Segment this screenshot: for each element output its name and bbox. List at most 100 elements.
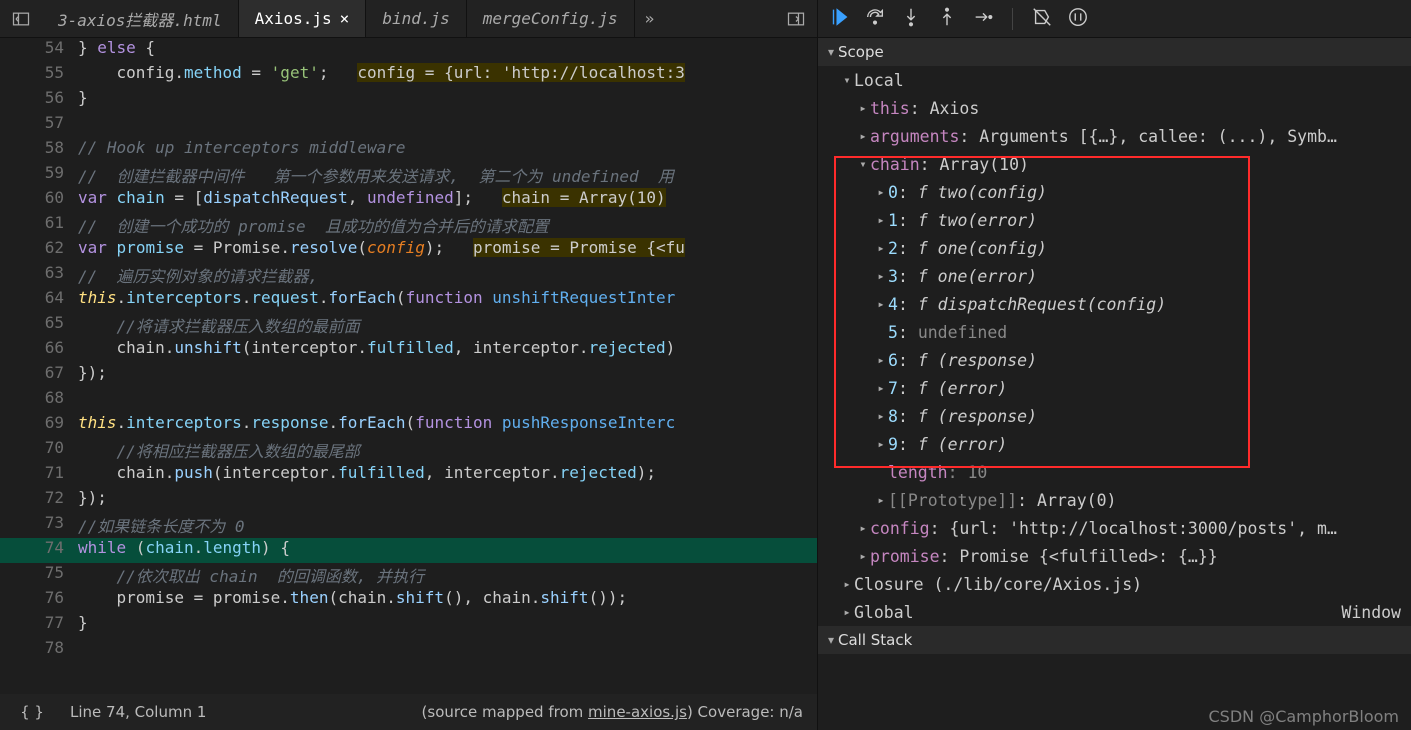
tab-label: Axios.js	[255, 9, 332, 28]
editor-pane: 3-axios拦截器.html Axios.js × bind.js mergeC…	[0, 0, 818, 730]
scope-closure[interactable]: Closure (./lib/core/Axios.js)	[818, 570, 1411, 598]
line-number: 66	[0, 338, 78, 363]
code-line[interactable]: 67});	[0, 363, 817, 388]
code-line[interactable]: 76 promise = promise.then(chain.shift(),…	[0, 588, 817, 613]
status-bar: { } Line 74, Column 1 (source mapped fro…	[0, 694, 817, 730]
step-over-button[interactable]	[864, 6, 886, 32]
line-number: 77	[0, 613, 78, 638]
line-number: 76	[0, 588, 78, 613]
scope-this[interactable]: this: Axios	[818, 94, 1411, 122]
tab-file-2[interactable]: bind.js	[366, 0, 466, 37]
scope-chain-item[interactable]: 7: f (error)	[818, 374, 1411, 402]
debugger-body: Scope Local this: Axios arguments: Argum…	[818, 38, 1411, 730]
scope-chain-item[interactable]: 8: f (response)	[818, 402, 1411, 430]
code-line[interactable]: 58// Hook up interceptors middleware	[0, 138, 817, 163]
debugger-pane: Scope Local this: Axios arguments: Argum…	[818, 0, 1411, 730]
code-line[interactable]: 65 //将请求拦截器压入数组的最前面	[0, 313, 817, 338]
sidebar-toggle-button[interactable]	[0, 0, 42, 37]
code-line[interactable]: 62var promise = Promise.resolve(config);…	[0, 238, 817, 263]
scope-chain-item[interactable]: 5: undefined	[818, 318, 1411, 346]
code-line[interactable]: 61// 创建一个成功的 promise 且成功的值为合并后的请求配置	[0, 213, 817, 238]
line-text: //将请求拦截器压入数组的最前面	[78, 313, 817, 338]
code-line[interactable]: 59// 创建拦截器中间件 第一个参数用来发送请求, 第二个为 undefine…	[0, 163, 817, 188]
tabs-overflow-button[interactable]: »	[635, 0, 665, 37]
line-text: }	[78, 613, 817, 638]
code-line[interactable]: 75 //依次取出 chain 的回调函数, 并执行	[0, 563, 817, 588]
step-into-button[interactable]	[900, 6, 922, 32]
scope-chain-prototype[interactable]: [[Prototype]]: Array(0)	[818, 486, 1411, 514]
line-text: chain.push(interceptor.fulfilled, interc…	[78, 463, 817, 488]
watermark: CSDN @CamphorBloom	[1208, 707, 1399, 726]
code-line[interactable]: 57	[0, 113, 817, 138]
scope-chain-item[interactable]: 9: f (error)	[818, 430, 1411, 458]
code-line[interactable]: 70 //将相应拦截器压入数组的最尾部	[0, 438, 817, 463]
code-line[interactable]: 77}	[0, 613, 817, 638]
line-text: // Hook up interceptors middleware	[78, 138, 817, 163]
line-text: //将相应拦截器压入数组的最尾部	[78, 438, 817, 463]
code-area[interactable]: 54} else {55 config.method = 'get'; conf…	[0, 38, 817, 694]
scope-global[interactable]: GlobalWindow	[818, 598, 1411, 626]
source-map-info: (source mapped from mine-axios.js) Cover…	[422, 703, 803, 721]
code-line[interactable]: 54} else {	[0, 38, 817, 63]
code-line[interactable]: 66 chain.unshift(interceptor.fulfilled, …	[0, 338, 817, 363]
resume-button[interactable]	[828, 6, 850, 32]
line-number: 68	[0, 388, 78, 413]
more-options-button[interactable]	[775, 0, 817, 37]
scope-chain-length[interactable]: length: 10	[818, 458, 1411, 486]
scope-local[interactable]: Local	[818, 66, 1411, 94]
step-out-button[interactable]	[936, 6, 958, 32]
code-line[interactable]: 72});	[0, 488, 817, 513]
code-line[interactable]: 69this.interceptors.response.forEach(fun…	[0, 413, 817, 438]
code-line[interactable]: 55 config.method = 'get'; config = {url:…	[0, 63, 817, 88]
scope-chain-item[interactable]: 1: f two(error)	[818, 206, 1411, 234]
line-number: 67	[0, 363, 78, 388]
line-number: 54	[0, 38, 78, 63]
scope-arguments[interactable]: arguments: Arguments [{…}, callee: (...)…	[818, 122, 1411, 150]
tab-file-0[interactable]: 3-axios拦截器.html	[42, 0, 239, 37]
code-line[interactable]: 64this.interceptors.request.forEach(func…	[0, 288, 817, 313]
line-number: 63	[0, 263, 78, 288]
line-number: 55	[0, 63, 78, 88]
pause-on-exceptions-button[interactable]	[1067, 6, 1089, 32]
code-line[interactable]: 74while (chain.length) {	[0, 538, 817, 563]
deactivate-breakpoints-button[interactable]	[1031, 6, 1053, 32]
line-text: });	[78, 363, 817, 388]
code-line[interactable]: 73//如果链条长度不为 0	[0, 513, 817, 538]
code-line[interactable]: 56}	[0, 88, 817, 113]
cursor-position: Line 74, Column 1	[70, 703, 206, 721]
line-text: var chain = [dispatchRequest, undefined]…	[78, 188, 817, 213]
scope-chain-item[interactable]: 6: f (response)	[818, 346, 1411, 374]
scope-section-header[interactable]: Scope	[818, 38, 1411, 66]
step-button[interactable]	[972, 6, 994, 32]
line-text: while (chain.length) {	[78, 538, 817, 563]
line-number: 71	[0, 463, 78, 488]
scope-config[interactable]: config: {url: 'http://localhost:3000/pos…	[818, 514, 1411, 542]
tab-file-1[interactable]: Axios.js ×	[239, 0, 367, 37]
scope-chain-item[interactable]: 2: f one(config)	[818, 234, 1411, 262]
line-text: this.interceptors.request.forEach(functi…	[78, 288, 817, 313]
line-number: 75	[0, 563, 78, 588]
scope-chain[interactable]: chain: Array(10)	[818, 150, 1411, 178]
line-text: this.interceptors.response.forEach(funct…	[78, 413, 817, 438]
line-text: // 遍历实例对象的请求拦截器,	[78, 263, 817, 288]
line-text: // 创建拦截器中间件 第一个参数用来发送请求, 第二个为 undefined …	[78, 163, 817, 188]
callstack-section-header[interactable]: Call Stack	[818, 626, 1411, 654]
scope-chain-item[interactable]: 4: f dispatchRequest(config)	[818, 290, 1411, 318]
code-line[interactable]: 71 chain.push(interceptor.fulfilled, int…	[0, 463, 817, 488]
code-line[interactable]: 60var chain = [dispatchRequest, undefine…	[0, 188, 817, 213]
code-line[interactable]: 63// 遍历实例对象的请求拦截器,	[0, 263, 817, 288]
code-line[interactable]: 78	[0, 638, 817, 663]
line-number: 62	[0, 238, 78, 263]
tab-file-3[interactable]: mergeConfig.js	[467, 0, 635, 37]
line-number: 64	[0, 288, 78, 313]
source-map-link[interactable]: mine-axios.js	[588, 703, 687, 721]
close-icon[interactable]: ×	[340, 9, 350, 28]
scope-promise[interactable]: promise: Promise {<fulfilled>: {…}}	[818, 542, 1411, 570]
scope-chain-item[interactable]: 3: f one(error)	[818, 262, 1411, 290]
line-number: 72	[0, 488, 78, 513]
debugger-toolbar	[818, 0, 1411, 38]
scope-chain-item[interactable]: 0: f two(config)	[818, 178, 1411, 206]
line-text: // 创建一个成功的 promise 且成功的值为合并后的请求配置	[78, 213, 817, 238]
code-line[interactable]: 68	[0, 388, 817, 413]
line-text	[78, 113, 817, 138]
